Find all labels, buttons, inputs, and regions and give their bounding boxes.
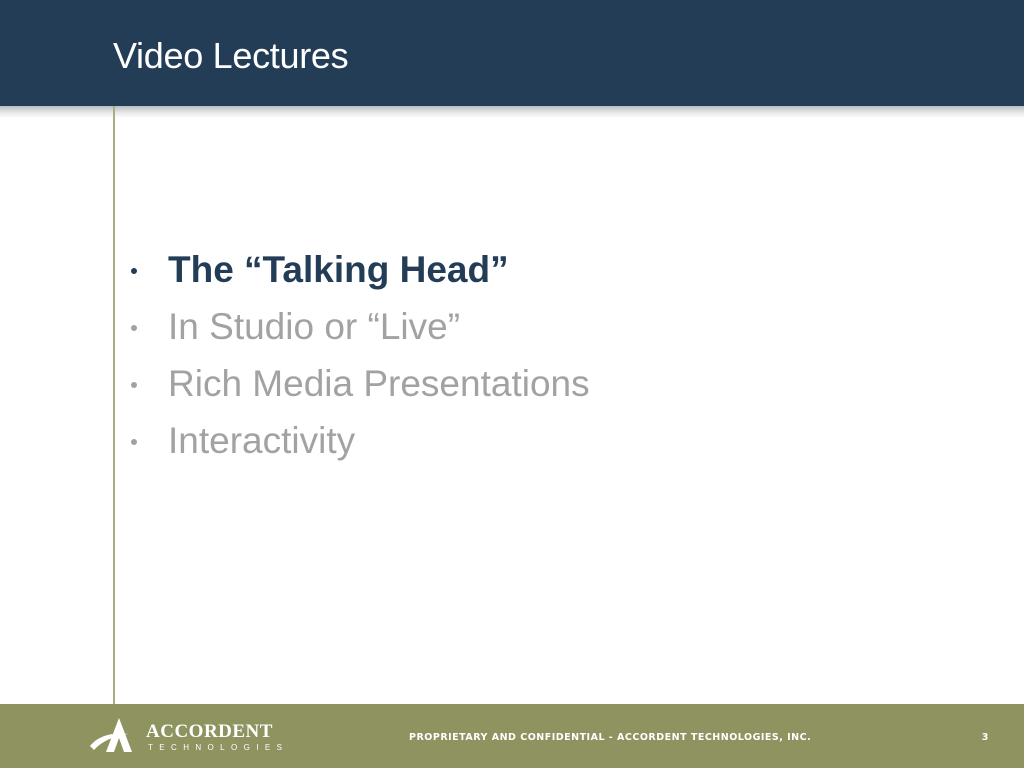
bullet-item-interactivity: Interactivity xyxy=(128,416,590,473)
bullet-dot-icon xyxy=(131,439,137,445)
logo-name: ACCORDENT xyxy=(146,721,273,742)
vertical-divider xyxy=(113,106,115,704)
logo-subtitle: TECHNOLOGIES xyxy=(148,743,289,752)
bullet-text: The “Talking Head” xyxy=(168,249,509,290)
bullet-text: In Studio or “Live” xyxy=(168,306,461,347)
presentation-slide: Video Lectures The “Talking Head” In Stu… xyxy=(0,0,1024,768)
bullet-dot-icon xyxy=(131,268,137,274)
header-bar: Video Lectures xyxy=(0,0,1024,106)
accordent-logo-icon xyxy=(90,718,132,752)
bullet-text: Rich Media Presentations xyxy=(168,363,590,404)
bullet-dot-icon xyxy=(131,325,137,331)
bullet-dot-icon xyxy=(131,382,137,388)
bullet-list: The “Talking Head” In Studio or “Live” R… xyxy=(128,245,590,473)
bullet-item-talking-head: The “Talking Head” xyxy=(128,245,590,302)
bullet-item-rich-media: Rich Media Presentations xyxy=(128,359,590,416)
page-number: 3 xyxy=(981,732,989,743)
bullet-item-in-studio: In Studio or “Live” xyxy=(128,302,590,359)
slide-title: Video Lectures xyxy=(113,35,349,76)
company-logo: ACCORDENT TECHNOLOGIES xyxy=(88,716,282,756)
bullet-text: Interactivity xyxy=(168,420,356,461)
header-shadow xyxy=(0,106,1024,118)
confidential-notice: PROPRIETARY AND CONFIDENTIAL - ACCORDENT… xyxy=(409,732,812,743)
